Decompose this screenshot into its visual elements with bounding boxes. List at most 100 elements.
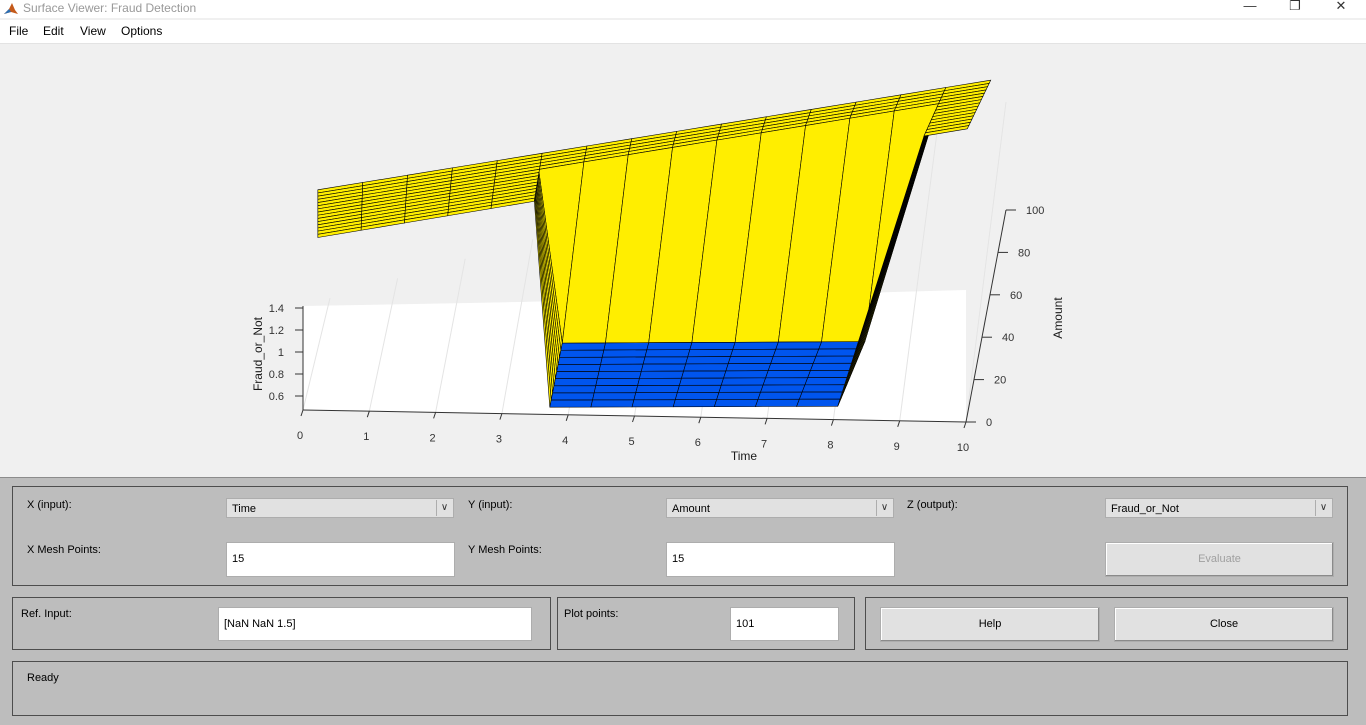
x-axis-title: Time bbox=[731, 449, 758, 463]
surface-patch bbox=[633, 392, 678, 401]
plot-points-label: Plot points: bbox=[564, 608, 619, 620]
x-tick-label: 0 bbox=[297, 430, 303, 442]
plot-points-field[interactable]: 101 bbox=[730, 607, 839, 641]
restore-button[interactable]: ❐ bbox=[1275, 0, 1315, 16]
x-mesh-label: X Mesh Points: bbox=[27, 544, 101, 556]
chevron-down-icon: ∨ bbox=[876, 500, 892, 516]
x-tick bbox=[897, 420, 901, 427]
z-output-value: Fraud_or_Not bbox=[1111, 503, 1179, 515]
surface-patch bbox=[593, 385, 639, 394]
surface-patch bbox=[801, 384, 848, 393]
surface-patch bbox=[595, 378, 640, 386]
surface-patch bbox=[720, 377, 767, 386]
surface-patch bbox=[550, 392, 595, 401]
ref-input-frame: Ref. Input: [NaN NaN 1.5] bbox=[12, 597, 551, 650]
surface-patch bbox=[556, 363, 602, 372]
x-tick bbox=[499, 413, 503, 420]
surface-patch bbox=[552, 385, 597, 394]
surface-patch bbox=[767, 363, 814, 372]
chevron-down-icon: ∨ bbox=[1315, 500, 1331, 516]
x-input-select[interactable]: Time ∨ bbox=[226, 498, 454, 518]
y-axis-line bbox=[965, 209, 1007, 423]
menu-edit[interactable]: Edit bbox=[43, 24, 64, 38]
surface-patch bbox=[631, 399, 676, 408]
surface-patch bbox=[685, 356, 731, 365]
x-mesh-input[interactable]: 15 bbox=[226, 542, 455, 577]
surface-plot[interactable]: 0 1 2 3 4 5 6 7 8 9 100204060801000.60.811.21.4Tim… bbox=[0, 44, 1366, 476]
chevron-down-icon: ∨ bbox=[436, 500, 452, 516]
help-button[interactable]: Help bbox=[880, 607, 1100, 642]
surface-patch bbox=[798, 391, 845, 400]
surface-patch bbox=[772, 348, 820, 357]
ref-input-label: Ref. Input: bbox=[21, 608, 72, 620]
y-axis-title: Amount bbox=[1051, 297, 1065, 339]
y-mesh-label: Y Mesh Points: bbox=[468, 544, 542, 556]
x-tick-label: 4 bbox=[562, 435, 568, 447]
z-tick-label: 1.2 bbox=[269, 325, 284, 337]
menu-view[interactable]: View bbox=[80, 24, 106, 38]
surface-patch bbox=[762, 377, 809, 386]
x-tick-label: 3 bbox=[496, 434, 502, 446]
surface-patch bbox=[732, 341, 779, 350]
surface-patch bbox=[713, 399, 759, 407]
variable-frame: X (input): Time ∨ Y (input): Amount ∨ Z … bbox=[12, 486, 1348, 586]
surface-patch bbox=[730, 348, 777, 357]
window-title: Surface Viewer: Fraud Detection bbox=[23, 1, 197, 15]
surface-patch bbox=[723, 370, 769, 379]
close-window-button[interactable]: ✕ bbox=[1321, 0, 1361, 16]
y-tick-label: 20 bbox=[994, 375, 1006, 387]
menu-options[interactable]: Options bbox=[121, 24, 162, 38]
surface-patch bbox=[646, 342, 693, 351]
evaluate-button[interactable]: Evaluate bbox=[1105, 542, 1334, 577]
surface-patch bbox=[718, 384, 764, 393]
ref-input-field[interactable]: [NaN NaN 1.5] bbox=[218, 607, 532, 641]
y-tick-label: 0 bbox=[986, 417, 992, 429]
x-tick bbox=[698, 417, 702, 424]
surface-patch bbox=[796, 398, 842, 407]
x-tick bbox=[830, 419, 834, 426]
x-tick-label: 6 bbox=[695, 437, 701, 449]
surface-patch bbox=[598, 363, 644, 372]
x-tick bbox=[565, 414, 569, 421]
title-bar: Surface Viewer: Fraud Detection — ❐ ✕ bbox=[0, 0, 1366, 18]
y-input-select[interactable]: Amount ∨ bbox=[666, 498, 894, 518]
minimize-button[interactable]: — bbox=[1230, 0, 1270, 16]
y-tick-label: 100 bbox=[1026, 205, 1044, 217]
surface-patch bbox=[554, 371, 600, 380]
close-button[interactable]: Close bbox=[1114, 607, 1334, 642]
x-tick bbox=[433, 412, 437, 419]
surface-patch bbox=[637, 377, 682, 386]
surface-patch bbox=[810, 362, 857, 371]
surface-patch bbox=[760, 384, 806, 393]
x-tick-label: 9 bbox=[894, 441, 900, 453]
z-tick-label: 0.6 bbox=[269, 391, 284, 403]
surface-patch bbox=[679, 377, 724, 386]
x-tick-label: 1 bbox=[363, 431, 369, 443]
z-tick-label: 1 bbox=[278, 347, 284, 359]
surface-patch bbox=[592, 392, 637, 401]
surface-patch bbox=[804, 377, 851, 386]
surface-patch bbox=[681, 370, 727, 379]
menu-file[interactable]: File bbox=[9, 24, 28, 38]
surface-patch bbox=[770, 355, 817, 364]
x-tick-label: 2 bbox=[430, 432, 436, 444]
surface-patch bbox=[549, 399, 593, 408]
surface-patch bbox=[644, 349, 691, 358]
plot-points-frame: Plot points: 101 bbox=[557, 597, 855, 650]
z-output-select[interactable]: Fraud_or_Not ∨ bbox=[1105, 498, 1333, 518]
plot-area[interactable]: 0 1 2 3 4 5 6 7 8 9 10 0 20 40 60 80 100 0.6 0.8 1 1.2 1.4 Tim… bbox=[0, 44, 1366, 476]
x-tick-label: 7 bbox=[761, 438, 767, 450]
y-input-label: Y (input): bbox=[468, 499, 513, 511]
status-frame: Ready bbox=[12, 661, 1348, 716]
x-input-value: Time bbox=[232, 503, 257, 515]
z-tick-label: 1.4 bbox=[269, 303, 284, 315]
surface-patch bbox=[765, 370, 811, 379]
surface-patch bbox=[640, 363, 687, 372]
menu-bar: File Edit View Options bbox=[0, 20, 1366, 44]
y-mesh-input[interactable]: 15 bbox=[666, 542, 895, 577]
surface-patch bbox=[639, 370, 685, 379]
y-input-value: Amount bbox=[672, 503, 710, 515]
x-tick bbox=[632, 415, 635, 423]
surface-patch bbox=[807, 370, 854, 379]
y-tick-label: 60 bbox=[1010, 290, 1022, 302]
